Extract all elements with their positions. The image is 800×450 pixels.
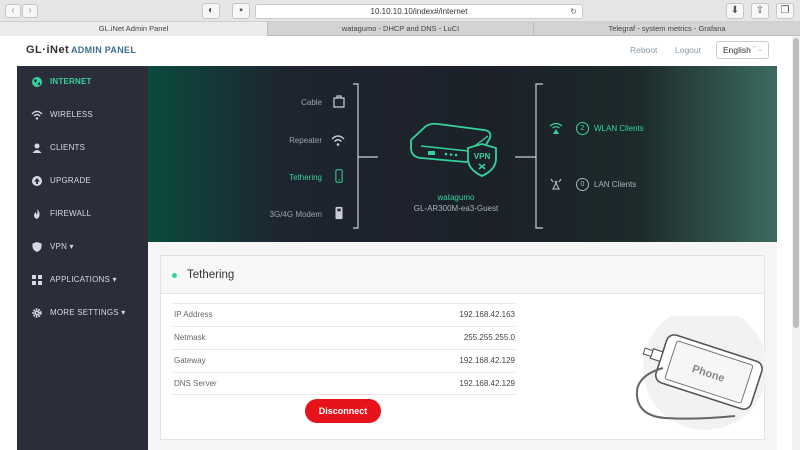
router-ssid: GL-AR300M-ea3-Guest bbox=[413, 204, 499, 213]
language-select[interactable]: English ⌃⌄ bbox=[716, 41, 769, 59]
wlan-client-count: 2 bbox=[576, 122, 589, 135]
info-row: IP Address 192.168.42.163 bbox=[173, 303, 515, 326]
info-value: 192.168.42.129 bbox=[459, 356, 515, 365]
mode-cable[interactable]: Cable bbox=[258, 98, 322, 107]
lan-client-count: 0 bbox=[576, 178, 589, 191]
info-key: Gateway bbox=[174, 356, 206, 365]
download-icon[interactable]: ⬇ bbox=[726, 3, 744, 19]
wlan-antenna-icon bbox=[549, 122, 563, 134]
grid-icon bbox=[32, 275, 42, 285]
sidebar: INTERNET WIRELESS CLIENTS UPGRADE FIREWA… bbox=[17, 66, 148, 450]
back-icon[interactable]: ‹ bbox=[5, 4, 21, 18]
network-overview: Cable Repeater Tethering 3G/4G Modem VPN… bbox=[148, 66, 777, 242]
mode-label: Cable bbox=[301, 98, 322, 107]
language-value: English bbox=[723, 45, 751, 55]
tab-label: watagumo - DHCP and DNS - LuCI bbox=[341, 24, 460, 33]
user-icon bbox=[32, 143, 42, 153]
phone-illustration: Phone bbox=[635, 316, 765, 430]
sidebar-item-upgrade[interactable]: UPGRADE bbox=[17, 170, 148, 194]
gear-icon bbox=[32, 308, 42, 318]
url-text: 10.10.10.10/index#/internet bbox=[370, 7, 468, 16]
tabs-overview-icon[interactable]: ❐ bbox=[776, 3, 794, 19]
sidebar-item-label: FIREWALL bbox=[50, 209, 92, 218]
privacy-icon[interactable]: ◐ bbox=[202, 3, 220, 19]
tab-label: Telegraf - system metrics - Grafana bbox=[608, 24, 726, 33]
status-dot bbox=[172, 273, 177, 278]
reboot-link[interactable]: Reboot bbox=[630, 45, 657, 55]
sidebar-item-applications[interactable]: APPLICATIONS ▾ bbox=[17, 269, 148, 293]
share-icon[interactable]: ⇪ bbox=[751, 3, 769, 19]
info-row: Netmask 255.255.255.0 bbox=[173, 326, 515, 349]
router-name: watagumo bbox=[437, 193, 475, 202]
mode-tethering[interactable]: Tethering bbox=[258, 173, 322, 182]
mode-label: Repeater bbox=[289, 136, 322, 145]
tab-bar: GL.iNet Admin Panel watagumo - DHCP and … bbox=[0, 22, 800, 36]
info-row: Gateway 192.168.42.129 bbox=[173, 349, 515, 372]
sidebar-item-label: INTERNET bbox=[50, 77, 92, 86]
upload-icon bbox=[32, 176, 42, 186]
info-key: DNS Server bbox=[174, 379, 217, 388]
logout-link[interactable]: Logout bbox=[675, 45, 701, 55]
tab-luci[interactable]: watagumo - DHCP and DNS - LuCI bbox=[268, 22, 534, 36]
sidebar-item-label: UPGRADE bbox=[50, 176, 91, 185]
mode-3g4g-modem[interactable]: 3G/4G Modem bbox=[248, 210, 322, 219]
logo: GL·iNet bbox=[26, 44, 70, 56]
info-key: IP Address bbox=[174, 310, 213, 319]
scrollbar-thumb[interactable] bbox=[793, 38, 799, 328]
wlan-clients-link[interactable]: WLAN Clients bbox=[594, 124, 644, 133]
reload-icon[interactable]: ↻ bbox=[570, 5, 577, 18]
sidebar-item-label: APPLICATIONS ▾ bbox=[50, 275, 117, 284]
sidebar-item-more-settings[interactable]: MORE SETTINGS ▾ bbox=[17, 302, 148, 326]
info-key: Netmask bbox=[174, 333, 206, 342]
ethernet-icon bbox=[333, 95, 345, 108]
sidebar-item-clients[interactable]: CLIENTS bbox=[17, 137, 148, 161]
sidebar-item-firewall[interactable]: FIREWALL bbox=[17, 203, 148, 227]
panel-title: ADMIN PANEL bbox=[71, 45, 137, 55]
wifi-icon bbox=[331, 135, 345, 146]
url-bar[interactable]: 10.10.10.10/index#/internet ↻ bbox=[255, 4, 583, 19]
mode-repeater[interactable]: Repeater bbox=[258, 136, 322, 145]
tab-gl-inet[interactable]: GL.iNet Admin Panel bbox=[0, 22, 268, 36]
shield-icon bbox=[32, 242, 42, 252]
sidebar-item-label: CLIENTS bbox=[50, 143, 86, 152]
sidebar-item-label: VPN ▾ bbox=[50, 242, 74, 251]
sidebar-item-label: MORE SETTINGS ▾ bbox=[50, 308, 126, 317]
lock-icon[interactable]: ▪ bbox=[232, 3, 250, 19]
mode-label: 3G/4G Modem bbox=[269, 210, 322, 219]
card-header: Tethering bbox=[161, 256, 764, 294]
chevron-down-icon: ⌃⌄ bbox=[751, 46, 763, 53]
info-value: 255.255.255.0 bbox=[463, 333, 515, 342]
info-row: DNS Server 192.168.42.129 bbox=[173, 372, 515, 395]
forward-icon[interactable]: › bbox=[22, 4, 38, 18]
lan-antenna-icon bbox=[550, 178, 562, 190]
flame-icon bbox=[34, 209, 40, 219]
card-title: Tethering bbox=[187, 269, 235, 281]
phone-icon bbox=[335, 169, 343, 183]
sidebar-item-wireless[interactable]: WIRELESS bbox=[17, 104, 148, 128]
globe-icon bbox=[32, 77, 42, 87]
tethering-card: Tethering IP Address 192.168.42.163 Netm… bbox=[160, 255, 765, 440]
sidebar-item-label: WIRELESS bbox=[50, 110, 93, 119]
info-value: 192.168.42.163 bbox=[459, 310, 515, 319]
tab-label: GL.iNet Admin Panel bbox=[98, 24, 169, 33]
usb-modem-icon bbox=[335, 206, 343, 220]
sidebar-item-vpn[interactable]: VPN ▾ bbox=[17, 236, 148, 260]
disconnect-button[interactable]: Disconnect bbox=[305, 399, 381, 423]
wifi-icon bbox=[31, 110, 43, 120]
tab-grafana[interactable]: Telegraf - system metrics - Grafana bbox=[534, 22, 800, 36]
router-illustration: VPN bbox=[410, 122, 497, 177]
browser-toolbar: ‹ › ◐ ▪ 10.10.10.10/index#/internet ↻ ⬇ … bbox=[0, 0, 800, 22]
vpn-badge-label: VPN bbox=[474, 152, 491, 161]
info-value: 192.168.42.129 bbox=[459, 379, 515, 388]
app-header: GL·iNet ADMIN PANEL Reboot Logout Englis… bbox=[17, 36, 780, 66]
lan-clients-link[interactable]: LAN Clients bbox=[594, 180, 636, 189]
sidebar-item-internet[interactable]: INTERNET bbox=[17, 71, 148, 95]
mode-label: Tethering bbox=[289, 173, 322, 182]
